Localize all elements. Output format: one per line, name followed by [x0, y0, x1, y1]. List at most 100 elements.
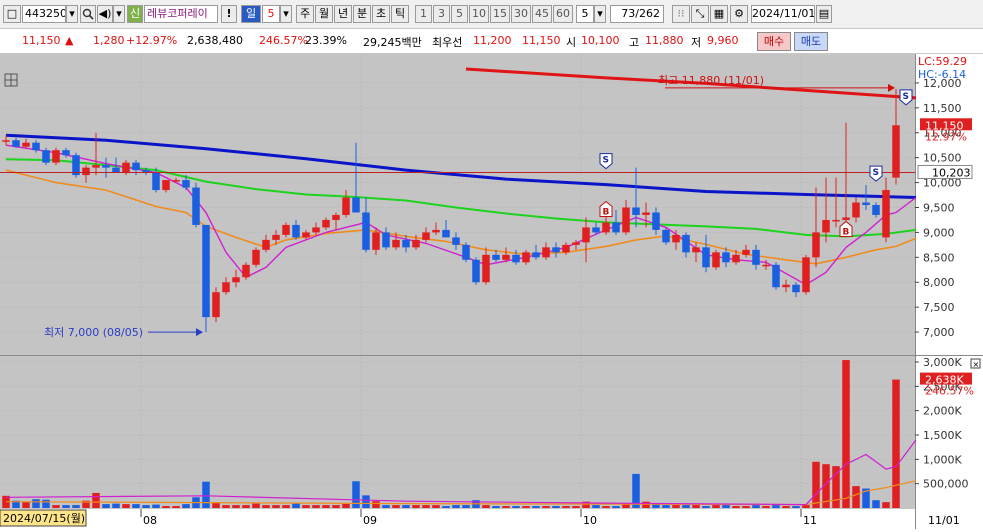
volume-bar	[852, 486, 860, 508]
page-count: 73/262	[610, 5, 664, 23]
up-arrow-icon: ▲	[65, 34, 74, 47]
buy-signal-label: B	[843, 227, 850, 237]
candle-up	[272, 234, 280, 240]
volume-bar	[92, 492, 100, 508]
period-second-button[interactable]: 초	[372, 5, 390, 23]
period-dropdown-icon[interactable]: ▾	[280, 5, 292, 23]
price-tick-label: 7,500	[923, 301, 955, 314]
candle-down	[132, 162, 140, 171]
best-bid: 11,150	[522, 34, 561, 47]
sound-icon[interactable]: ◀)	[97, 5, 113, 23]
period-month-button[interactable]: 월	[315, 5, 333, 23]
sell-button[interactable]: 매도	[794, 32, 828, 51]
volume-bar	[832, 466, 840, 508]
stock-chart[interactable]: 12,00011,50011,00010,50010,0009,5009,000…	[0, 54, 983, 529]
interval-3-button[interactable]: 3	[433, 5, 450, 23]
interval-45-button[interactable]: 45	[532, 5, 552, 23]
interval-dropdown-icon[interactable]: ▾	[594, 5, 606, 23]
period-year-button[interactable]: 년	[334, 5, 352, 23]
volume-bar	[482, 505, 490, 508]
period-tick-button[interactable]: 틱	[391, 5, 409, 23]
volume-bar	[362, 495, 370, 508]
warning-button[interactable]: !	[221, 5, 237, 23]
volume-ratio: 246.57%	[259, 34, 308, 47]
gear-icon[interactable]: ⚙	[730, 5, 748, 23]
date-input[interactable]: 2024/11/01	[751, 5, 815, 23]
candle-down	[202, 224, 210, 318]
candle-down	[752, 249, 760, 265]
candle-up	[562, 244, 570, 253]
candle-down	[612, 222, 620, 233]
volume-tick-label: 1,500K	[923, 429, 962, 442]
buy-signal-label: B	[603, 208, 610, 218]
chart-tools-icon[interactable]: ⁝⁝	[672, 5, 690, 23]
candle-down	[102, 165, 110, 168]
interval-10-button[interactable]: 10	[469, 5, 489, 23]
code-dropdown-icon[interactable]: ▾	[66, 5, 78, 23]
stock-name: 레뷰코퍼레이	[144, 5, 218, 23]
stock-code-input[interactable]: 443250	[22, 5, 66, 23]
volume: 2,638,480	[187, 34, 243, 47]
candle-down	[32, 142, 40, 151]
volume-bar	[772, 505, 780, 508]
volume-bar	[142, 505, 150, 508]
interval-60-button[interactable]: 60	[553, 5, 573, 23]
calendar-icon[interactable]: ▤	[816, 5, 832, 23]
chart-area[interactable]: 12,000 11,500 11,000 10,500 10,000 9,500 9,000…	[0, 54, 983, 529]
date-axis-end-label: 11/01	[928, 514, 960, 527]
volume-bar	[642, 501, 650, 508]
volume-bar	[882, 502, 890, 508]
period-minute-button[interactable]: 분	[353, 5, 371, 23]
sound-dropdown-icon[interactable]: ▾	[113, 5, 125, 23]
price-change: 1,280	[93, 34, 125, 47]
search-icon[interactable]	[80, 5, 96, 23]
buy-button[interactable]: 매수	[757, 32, 791, 51]
volume-bar	[542, 506, 550, 508]
interval-30-button[interactable]: 30	[511, 5, 531, 23]
candle-up	[482, 254, 490, 283]
candle-up	[832, 219, 840, 222]
window-icon[interactable]: □	[3, 5, 21, 23]
period-num-input[interactable]: 5	[262, 5, 280, 23]
volume-bar	[682, 505, 690, 508]
interval-15-button[interactable]: 15	[490, 5, 510, 23]
draw-tool-icon[interactable]: ⤡	[691, 5, 709, 23]
trade-value: 29,245백만	[363, 36, 422, 49]
hc-label: HC:-6.14	[918, 68, 966, 81]
volume-bar	[742, 506, 750, 508]
period-week-button[interactable]: 주	[296, 5, 314, 23]
volume-bar	[402, 505, 410, 508]
candle-up	[162, 180, 170, 191]
volume-bar	[452, 505, 460, 508]
candle-up	[622, 207, 630, 233]
interval-1-button[interactable]: 1	[415, 5, 432, 23]
turnover: 23.39%	[305, 34, 347, 47]
volume-bar	[812, 461, 820, 508]
volume-bar	[62, 505, 70, 508]
date-axis-label: 11	[803, 514, 817, 527]
volume-bar	[762, 506, 770, 508]
min-annotation: 최저 7,000 (08/05)	[44, 326, 143, 339]
candle-up	[312, 227, 320, 233]
volume-bar	[562, 506, 570, 508]
grid-icon[interactable]: ▦	[710, 5, 728, 23]
high-label: 고	[629, 36, 640, 49]
candle-up	[302, 232, 310, 238]
candle-up	[392, 239, 400, 248]
sell-signal-label: S	[603, 156, 609, 166]
volume-bar	[592, 505, 600, 508]
candle-down	[862, 202, 870, 205]
quote-bar: 11,150 ▲ 1,280 +12.97% 2,638,480 246.57%…	[0, 29, 983, 54]
date-axis-label: 10	[583, 514, 597, 527]
volume-bar	[442, 506, 450, 508]
candle-up	[582, 227, 590, 243]
volume-bar	[292, 503, 300, 508]
volume-bar	[132, 504, 140, 508]
volume-bar	[842, 360, 850, 508]
interval-5-button[interactable]: 5	[451, 5, 468, 23]
price-tick-label: 8,500	[923, 251, 955, 264]
period-day-button[interactable]: 일	[241, 5, 261, 23]
best-quote-label: 최우선	[432, 36, 463, 49]
interval-input[interactable]: 5	[576, 5, 594, 23]
volume-bar	[602, 506, 610, 508]
